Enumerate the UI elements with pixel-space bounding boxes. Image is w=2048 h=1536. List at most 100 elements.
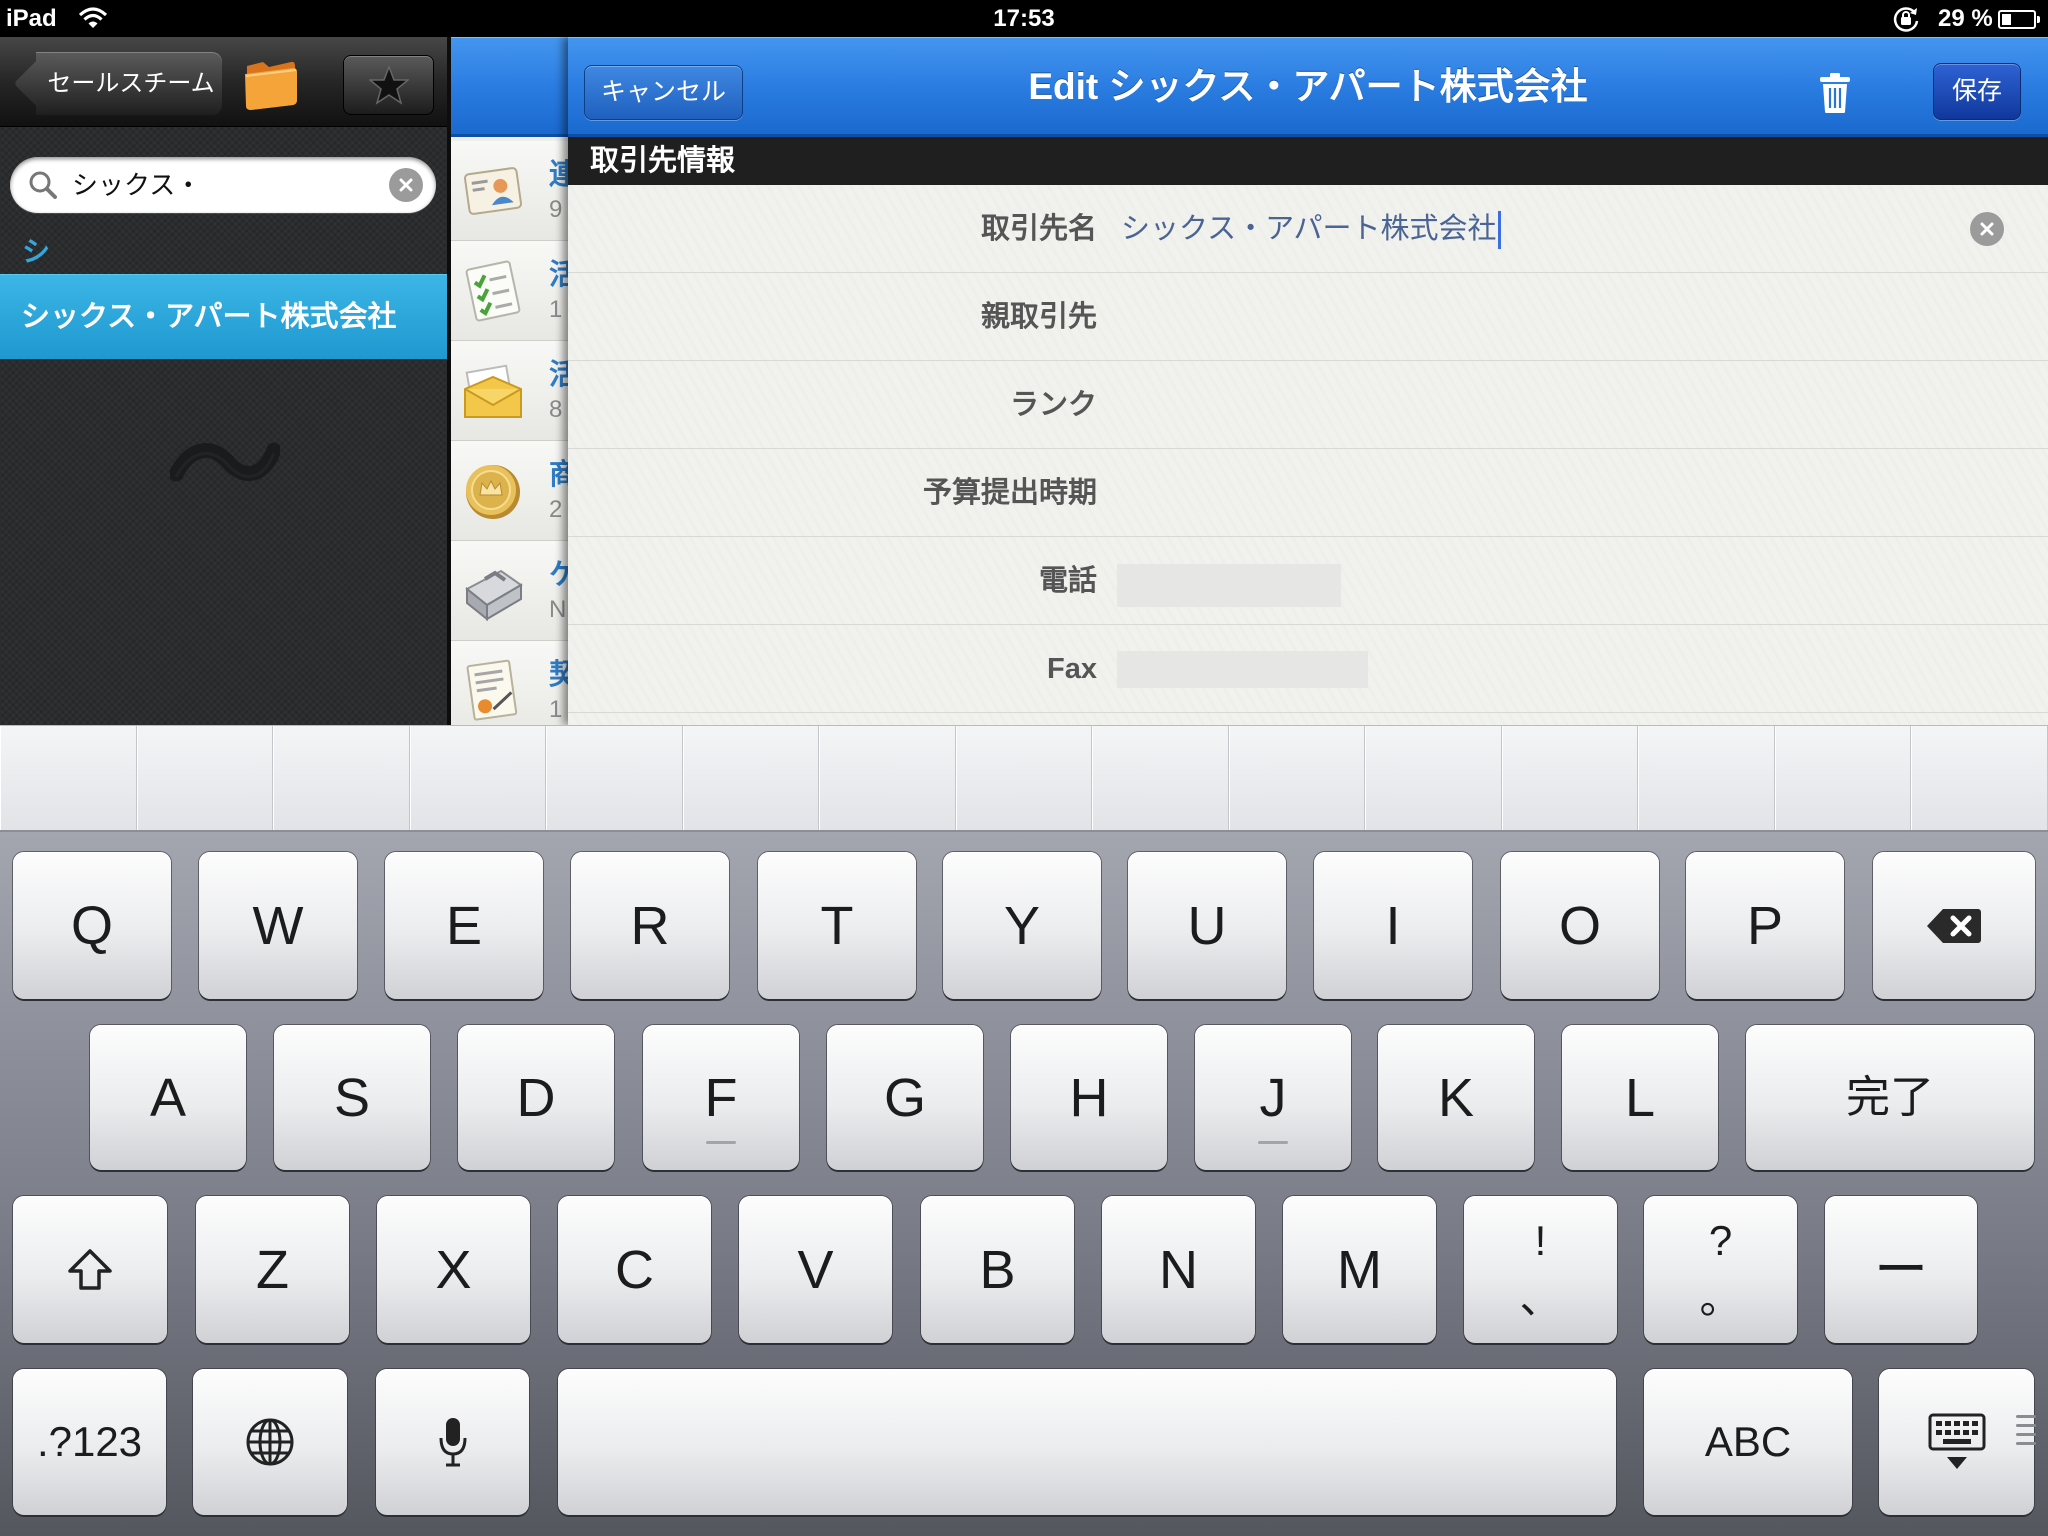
- key-b[interactable]: B: [921, 1196, 1074, 1343]
- related-list-item[interactable]: ケ N: [451, 541, 568, 641]
- key-label: Y: [1003, 895, 1041, 956]
- question-period-key[interactable]: ?。: [1644, 1196, 1797, 1343]
- dictation-key[interactable]: [376, 1369, 529, 1515]
- keyboard-split-handle[interactable]: [2016, 1415, 2036, 1463]
- space-bar[interactable]: [558, 1369, 1616, 1515]
- keyboard-dismiss-icon: [1926, 1411, 1988, 1473]
- key-y[interactable]: Y: [943, 852, 1101, 999]
- key-a[interactable]: A: [90, 1025, 246, 1170]
- key-label: H: [1069, 1067, 1109, 1128]
- keyboard-dismiss-key[interactable]: [1879, 1369, 2034, 1515]
- key-f[interactable]: F: [643, 1025, 799, 1170]
- case-icon: [465, 569, 523, 622]
- related-list-item[interactable]: 連 9: [451, 141, 568, 241]
- key-label: V: [797, 1239, 834, 1300]
- cancel-button[interactable]: キャンセル: [584, 65, 743, 120]
- form-row-parent-account[interactable]: 親取引先: [568, 273, 2048, 361]
- key-label: U: [1187, 895, 1227, 956]
- key-i[interactable]: I: [1314, 852, 1472, 999]
- carrier-label: iPad: [6, 5, 57, 32]
- backspace-key[interactable]: [1873, 852, 2035, 999]
- key-x[interactable]: X: [377, 1196, 530, 1343]
- related-list-count: 1: [549, 696, 563, 723]
- key-label: X: [435, 1239, 472, 1300]
- wifi-icon: [78, 7, 108, 28]
- related-list-title: 商: [549, 451, 568, 493]
- account-name-field[interactable]: シックス・アパート株式会社: [1121, 185, 1501, 273]
- related-list-item[interactable]: 活 1: [451, 241, 568, 341]
- field-label: Fax: [1047, 653, 1097, 685]
- key-label: F: [704, 1067, 738, 1128]
- search-value: シックス・: [72, 170, 202, 200]
- abc-key[interactable]: ABC: [1644, 1369, 1852, 1515]
- key-k[interactable]: K: [1378, 1025, 1534, 1170]
- fax-value-redacted: [1117, 651, 1368, 688]
- globe-key[interactable]: [193, 1369, 347, 1515]
- form-row-account-name[interactable]: 取引先名 シックス・アパート株式会社: [568, 185, 2048, 273]
- numbers-key[interactable]: .?123: [13, 1369, 166, 1515]
- related-list-count: 9: [549, 196, 563, 223]
- home-row-marker: [706, 1141, 736, 1144]
- search-input[interactable]: シックス・: [10, 157, 436, 213]
- key-label: M: [1337, 1239, 1382, 1300]
- on-screen-keyboard: Q W E R T Y U I O P A S D F G H J K L 完了 Z X C V B N M !、?。ー .?123 AB…: [0, 725, 2048, 1536]
- key-v[interactable]: V: [739, 1196, 892, 1343]
- key-u[interactable]: U: [1128, 852, 1286, 999]
- back-button[interactable]: セールスチーム: [36, 52, 222, 115]
- related-list-count: 1: [549, 296, 563, 323]
- key-label: R: [630, 895, 670, 956]
- save-button[interactable]: 保存: [1933, 63, 2021, 120]
- key-label: .?123: [36, 1418, 143, 1465]
- done-key[interactable]: 完了: [1746, 1025, 2034, 1170]
- form-row-rank[interactable]: ランク: [568, 361, 2048, 449]
- key-p[interactable]: P: [1686, 852, 1844, 999]
- key-e[interactable]: E: [385, 852, 543, 999]
- key-w[interactable]: W: [199, 852, 357, 999]
- globe-icon: [244, 1416, 296, 1468]
- folder-icon[interactable]: [239, 52, 301, 114]
- favorites-button[interactable]: [343, 55, 434, 115]
- sidebar-watermark-icon: [170, 442, 280, 482]
- key-label: ?: [1708, 1216, 1733, 1264]
- key-d[interactable]: D: [458, 1025, 614, 1170]
- orientation-lock-icon: [1893, 7, 1919, 32]
- key-h[interactable]: H: [1011, 1025, 1167, 1170]
- key-s[interactable]: S: [274, 1025, 430, 1170]
- field-clear-button[interactable]: [1970, 212, 2004, 246]
- section-title: 取引先情報: [590, 145, 736, 177]
- home-row-marker: [1258, 1141, 1288, 1144]
- coin-icon: [466, 465, 520, 519]
- key-n[interactable]: N: [1102, 1196, 1255, 1343]
- shift-key[interactable]: [13, 1196, 167, 1343]
- related-list-item[interactable]: 契 1: [451, 641, 568, 725]
- form-row-fax[interactable]: Fax: [568, 625, 2048, 713]
- key-r[interactable]: R: [571, 852, 729, 999]
- key-g[interactable]: G: [827, 1025, 983, 1170]
- account-list-item[interactable]: シックス・アパート株式会社: [0, 274, 447, 359]
- key-z[interactable]: Z: [196, 1196, 349, 1343]
- form-row-phone[interactable]: 電話: [568, 537, 2048, 625]
- key-c[interactable]: C: [558, 1196, 711, 1343]
- related-list-item[interactable]: 活 8: [451, 341, 568, 441]
- form-row-budget-timing[interactable]: 予算提出時期: [568, 449, 2048, 537]
- task-checklist-icon: [465, 260, 521, 322]
- key-o[interactable]: O: [1501, 852, 1659, 999]
- key-m[interactable]: M: [1283, 1196, 1436, 1343]
- key-label: 完了: [1846, 1072, 1934, 1122]
- contact-card-icon: [463, 167, 523, 215]
- search-clear-button[interactable]: [389, 168, 423, 202]
- key-j[interactable]: J: [1195, 1025, 1351, 1170]
- key-l[interactable]: L: [1562, 1025, 1718, 1170]
- trash-icon[interactable]: [1818, 72, 1852, 114]
- envelope-icon: [464, 364, 522, 418]
- long-vowel-key[interactable]: ー: [1825, 1196, 1977, 1343]
- key-label: Z: [256, 1239, 289, 1300]
- key-q[interactable]: Q: [13, 852, 171, 999]
- phone-value-redacted: [1117, 564, 1341, 607]
- key-t[interactable]: T: [758, 852, 916, 999]
- battery-icon: [1998, 10, 2040, 29]
- key-label: O: [1558, 895, 1601, 956]
- key-label: P: [1746, 895, 1784, 956]
- exclamation-comma-key[interactable]: !、: [1464, 1196, 1617, 1343]
- related-list-item[interactable]: 商 2: [451, 441, 568, 541]
